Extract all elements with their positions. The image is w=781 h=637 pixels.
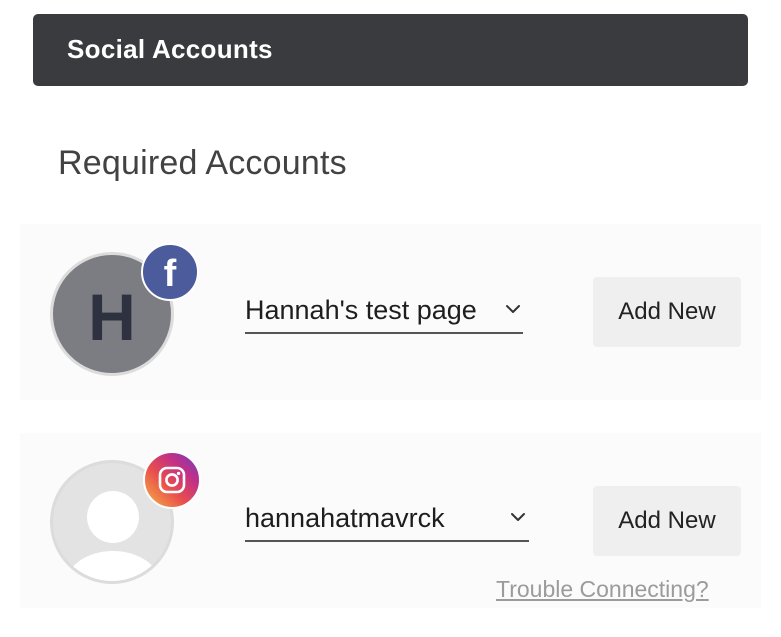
- social-accounts-page: Social Accounts Required Accounts H f Ha…: [0, 0, 781, 637]
- section-title: Required Accounts: [58, 144, 347, 182]
- add-new-instagram-button[interactable]: Add New: [593, 486, 741, 556]
- trouble-connecting-link[interactable]: Trouble Connecting?: [496, 576, 709, 603]
- chevron-down-icon: [506, 305, 520, 313]
- add-new-facebook-button[interactable]: Add New: [593, 277, 741, 347]
- silhouette-body: [65, 551, 161, 581]
- instagram-account-select[interactable]: hannahatmavrck: [245, 497, 529, 542]
- header-title: Social Accounts: [67, 34, 273, 64]
- instagram-glyph: [158, 466, 186, 494]
- chevron-down-icon: [511, 513, 525, 521]
- facebook-account-value: Hannah's test page: [245, 295, 477, 325]
- header-bar: Social Accounts: [33, 14, 748, 86]
- facebook-glyph: f: [163, 253, 177, 295]
- account-row-facebook: H f Hannah's test page Add New: [20, 224, 761, 400]
- silhouette-head: [87, 491, 139, 543]
- instagram-icon: [143, 451, 201, 509]
- instagram-account-value: hannahatmavrck: [245, 503, 445, 533]
- facebook-icon: f: [141, 243, 199, 301]
- facebook-account-select[interactable]: Hannah's test page: [245, 289, 523, 334]
- account-row-instagram: hannahatmavrck Add New Trouble Connectin…: [20, 433, 761, 608]
